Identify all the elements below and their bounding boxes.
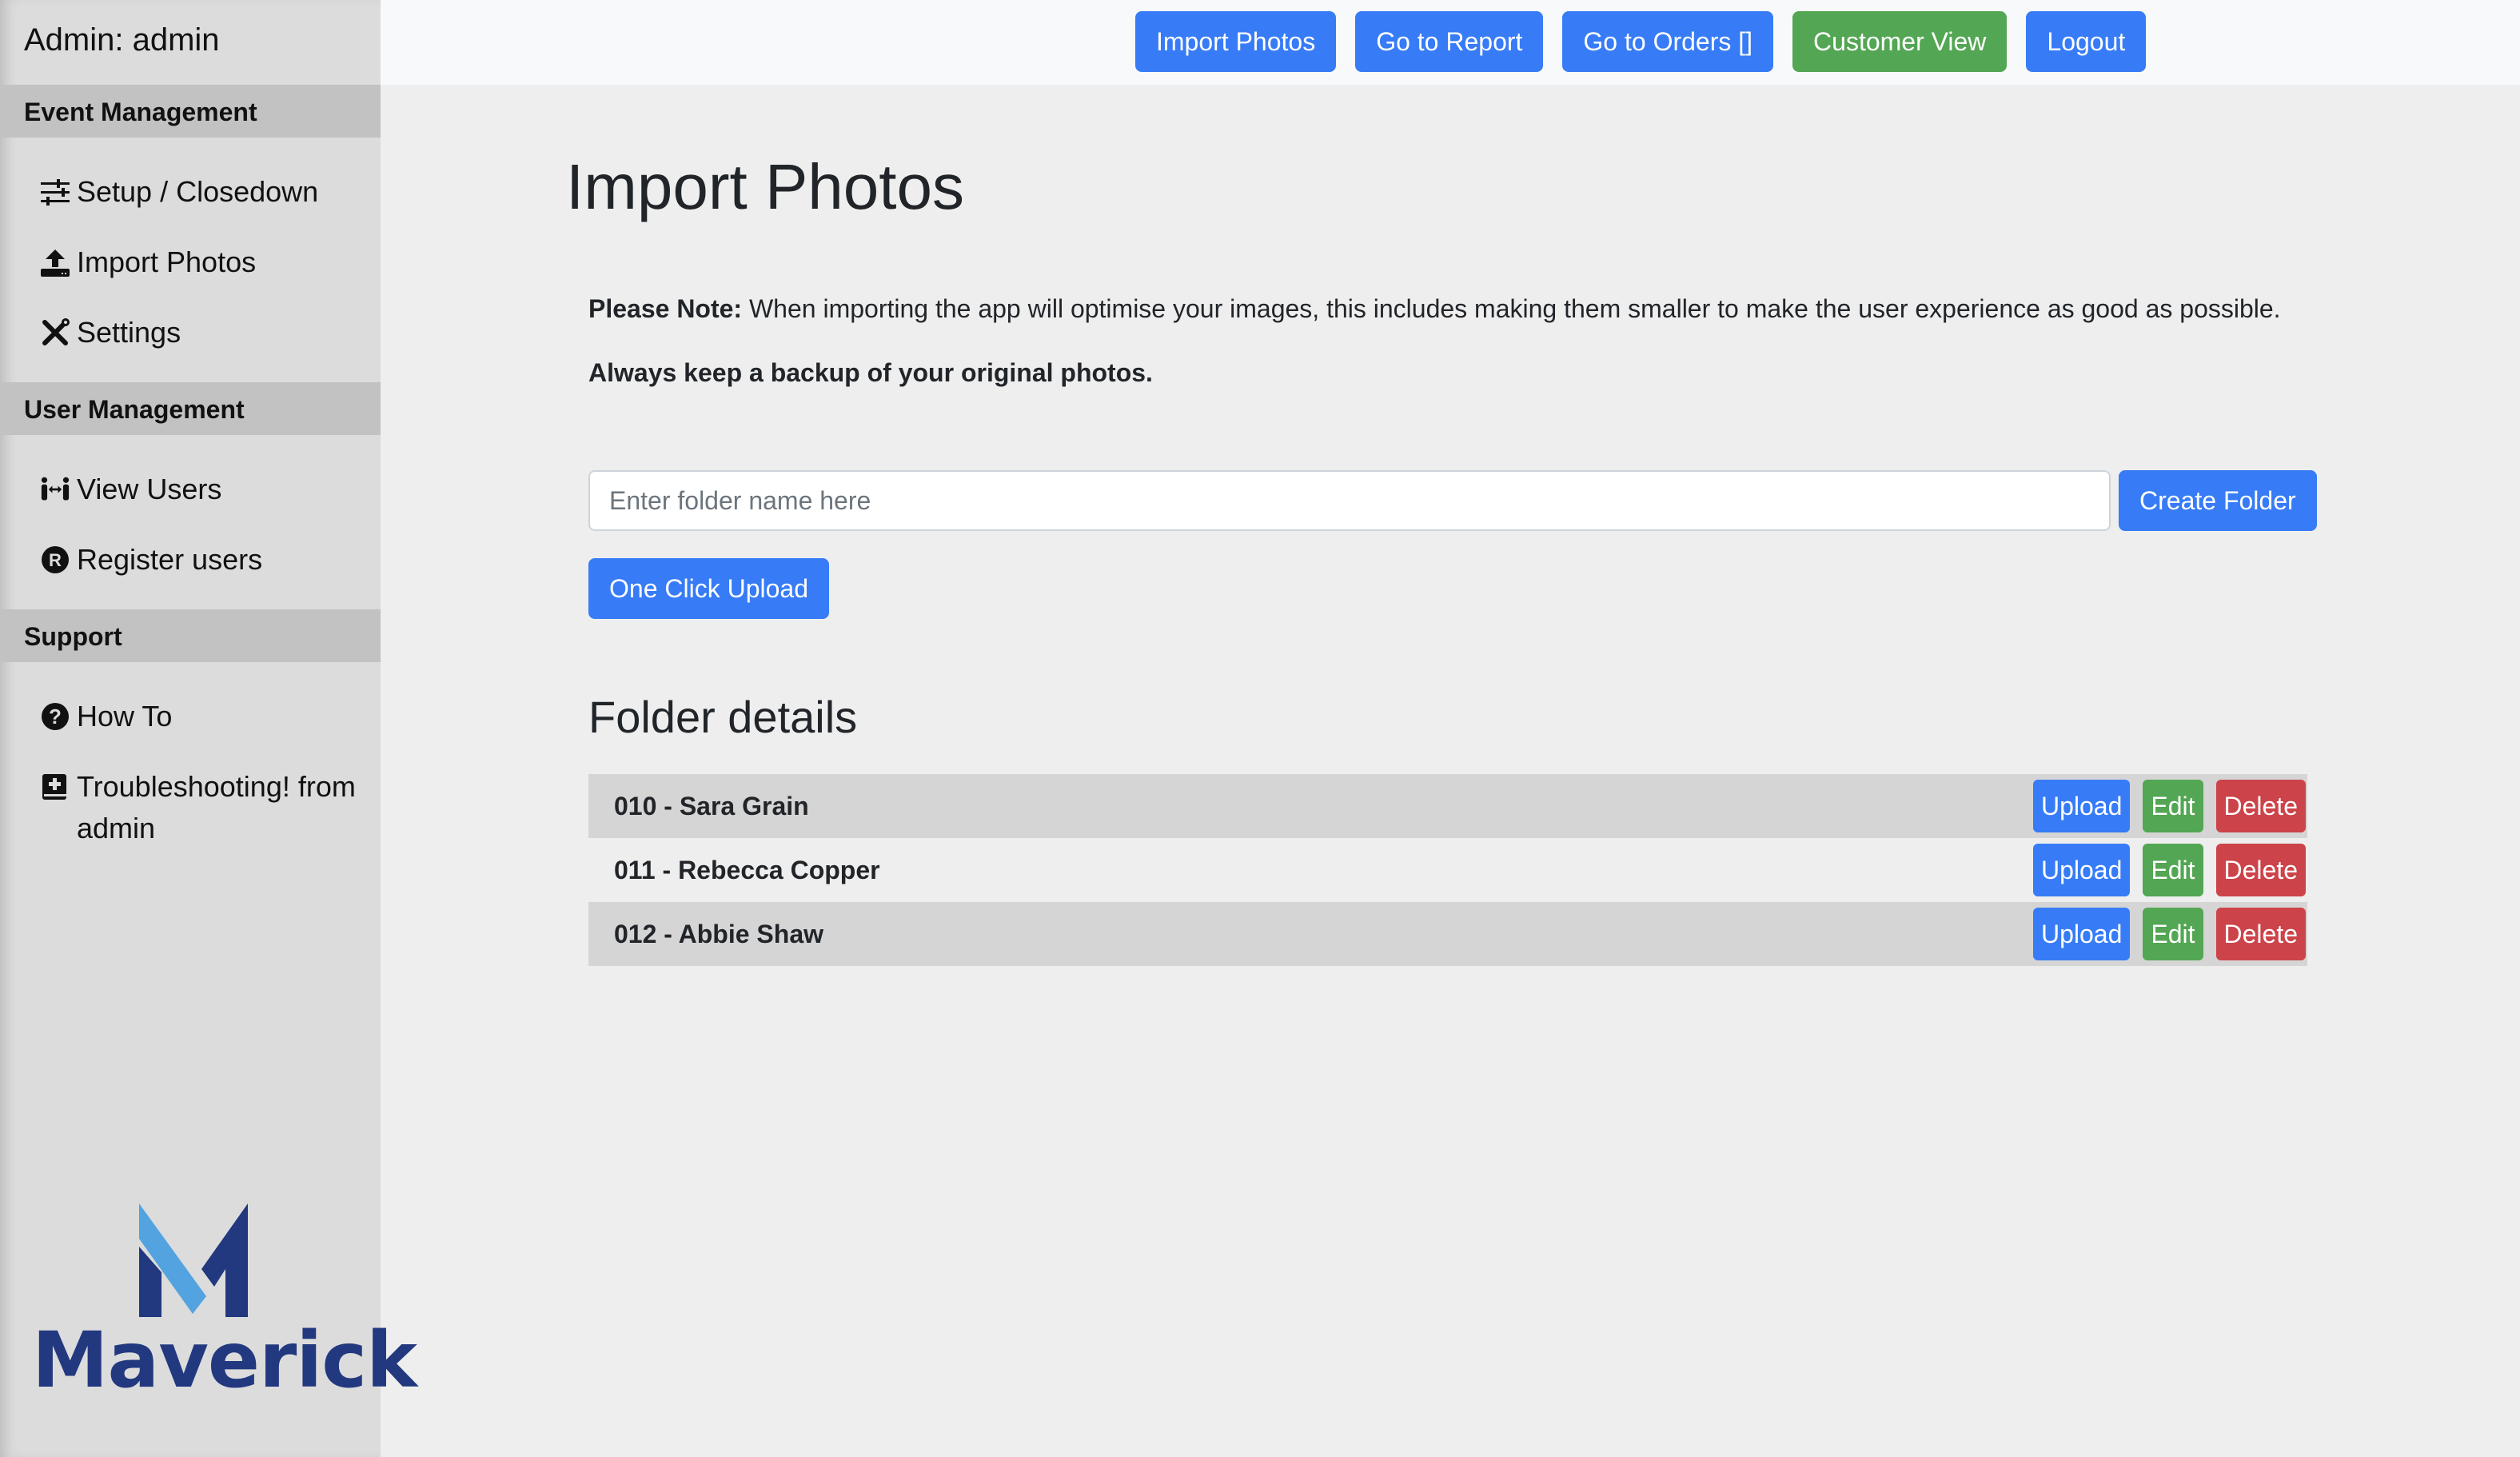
sidebar-item-register-users[interactable]: R Register users [0, 539, 381, 581]
maverick-m-icon [139, 1204, 248, 1317]
upload-icon [40, 242, 70, 283]
customer-view-button[interactable]: Customer View [1792, 11, 2008, 72]
tools-icon [40, 312, 70, 353]
folder-name: 011 - Rebecca Copper [614, 855, 880, 884]
user-management-items: View Users R Register users [0, 435, 381, 609]
delete-button[interactable]: Delete [2215, 908, 2306, 960]
users-arrows-icon [40, 469, 70, 510]
go-to-orders-button[interactable]: Go to Orders [] [1562, 11, 1774, 72]
sidebar-item-how-to[interactable]: ? How To [0, 696, 381, 737]
folder-row: 010 - Sara Grain Upload Edit Delete [588, 774, 2307, 838]
folder-name: 010 - Sara Grain [614, 791, 809, 820]
top-navbar: Import Photos Go to Report Go to Orders … [381, 0, 2520, 85]
folder-name-input[interactable] [588, 470, 2111, 531]
upload-button[interactable]: Upload [2032, 844, 2131, 896]
logout-button[interactable]: Logout [2026, 11, 2147, 72]
page-title: Import Photos [566, 151, 965, 222]
event-management-items: Setup / Closedown Import Photos Settings [0, 138, 381, 382]
main-content: Import Photos Please Note: When importin… [381, 85, 2520, 1457]
sidebar-item-troubleshooting[interactable]: Troubleshooting! from admin [0, 766, 381, 849]
sidebar-item-label: View Users [77, 473, 222, 505]
folder-row: 012 - Abbie Shaw Upload Edit Delete [588, 902, 2307, 966]
folder-actions: Upload Edit Delete [2032, 908, 2306, 960]
folder-details-heading: Folder details [588, 692, 858, 742]
sidebar-item-label: Register users [77, 543, 263, 576]
create-folder-button[interactable]: Create Folder [2119, 470, 2317, 531]
folder-actions: Upload Edit Delete [2032, 780, 2306, 832]
folder-row: 011 - Rebecca Copper Upload Edit Delete [588, 838, 2307, 902]
create-folder-form: Create Folder [588, 470, 2317, 531]
sidebar-item-label: Settings [77, 316, 181, 349]
section-header-event-management: Event Management [0, 85, 381, 138]
upload-button[interactable]: Upload [2032, 908, 2131, 960]
folder-actions: Upload Edit Delete [2032, 844, 2306, 896]
svg-text:?: ? [49, 705, 62, 728]
sidebar-item-view-users[interactable]: View Users [0, 469, 381, 510]
upload-button[interactable]: Upload [2032, 780, 2131, 832]
medical-book-icon [40, 766, 70, 808]
sidebar-item-settings[interactable]: Settings [0, 312, 381, 353]
registered-icon: R [40, 539, 70, 581]
folder-name: 012 - Abbie Shaw [614, 919, 823, 948]
admin-title: Admin: admin [24, 22, 220, 58]
go-to-report-button[interactable]: Go to Report [1355, 11, 1544, 72]
import-photos-button[interactable]: Import Photos [1135, 11, 1337, 72]
edit-button[interactable]: Edit [2143, 908, 2203, 960]
import-note: Please Note: When importing the app will… [588, 294, 2281, 324]
sidebar-item-import-photos[interactable]: Import Photos [0, 242, 381, 283]
section-header-user-management: User Management [0, 382, 381, 435]
note-text: When importing the app will optimise you… [742, 294, 2281, 323]
one-click-upload-button[interactable]: One Click Upload [588, 558, 829, 619]
support-items: ? How To Troubleshooting! from admin [0, 662, 381, 878]
sidebar-item-label: Import Photos [77, 245, 257, 278]
question-circle-icon: ? [40, 696, 70, 737]
svg-text:R: R [49, 550, 62, 570]
delete-button[interactable]: Delete [2215, 844, 2306, 896]
edit-button[interactable]: Edit [2143, 780, 2203, 832]
note-label: Please Note: [588, 294, 743, 323]
backup-warning: Always keep a backup of your original ph… [588, 358, 1153, 387]
sidebar: Admin: admin Event Management Setup / Cl… [0, 0, 417, 1457]
edit-button[interactable]: Edit [2143, 844, 2203, 896]
app: Admin: admin Event Management Setup / Cl… [0, 0, 2520, 1457]
folder-list: 010 - Sara Grain Upload Edit Delete 011 … [588, 774, 2307, 966]
sidebar-item-label: Troubleshooting! from admin [77, 770, 356, 844]
delete-button[interactable]: Delete [2215, 780, 2306, 832]
sidebar-item-label: Setup / Closedown [77, 175, 319, 208]
sidebar-item-label: How To [77, 700, 173, 732]
top-nav-buttons: Import Photos Go to Report Go to Orders … [1135, 11, 2147, 72]
maverick-logo: Maverick [32, 1204, 417, 1405]
sidebar-item-setup-closedown[interactable]: Setup / Closedown [0, 171, 381, 213]
section-header-support: Support [0, 609, 381, 662]
logo-text: Maverick [32, 1315, 417, 1405]
sliders-icon [40, 171, 70, 213]
